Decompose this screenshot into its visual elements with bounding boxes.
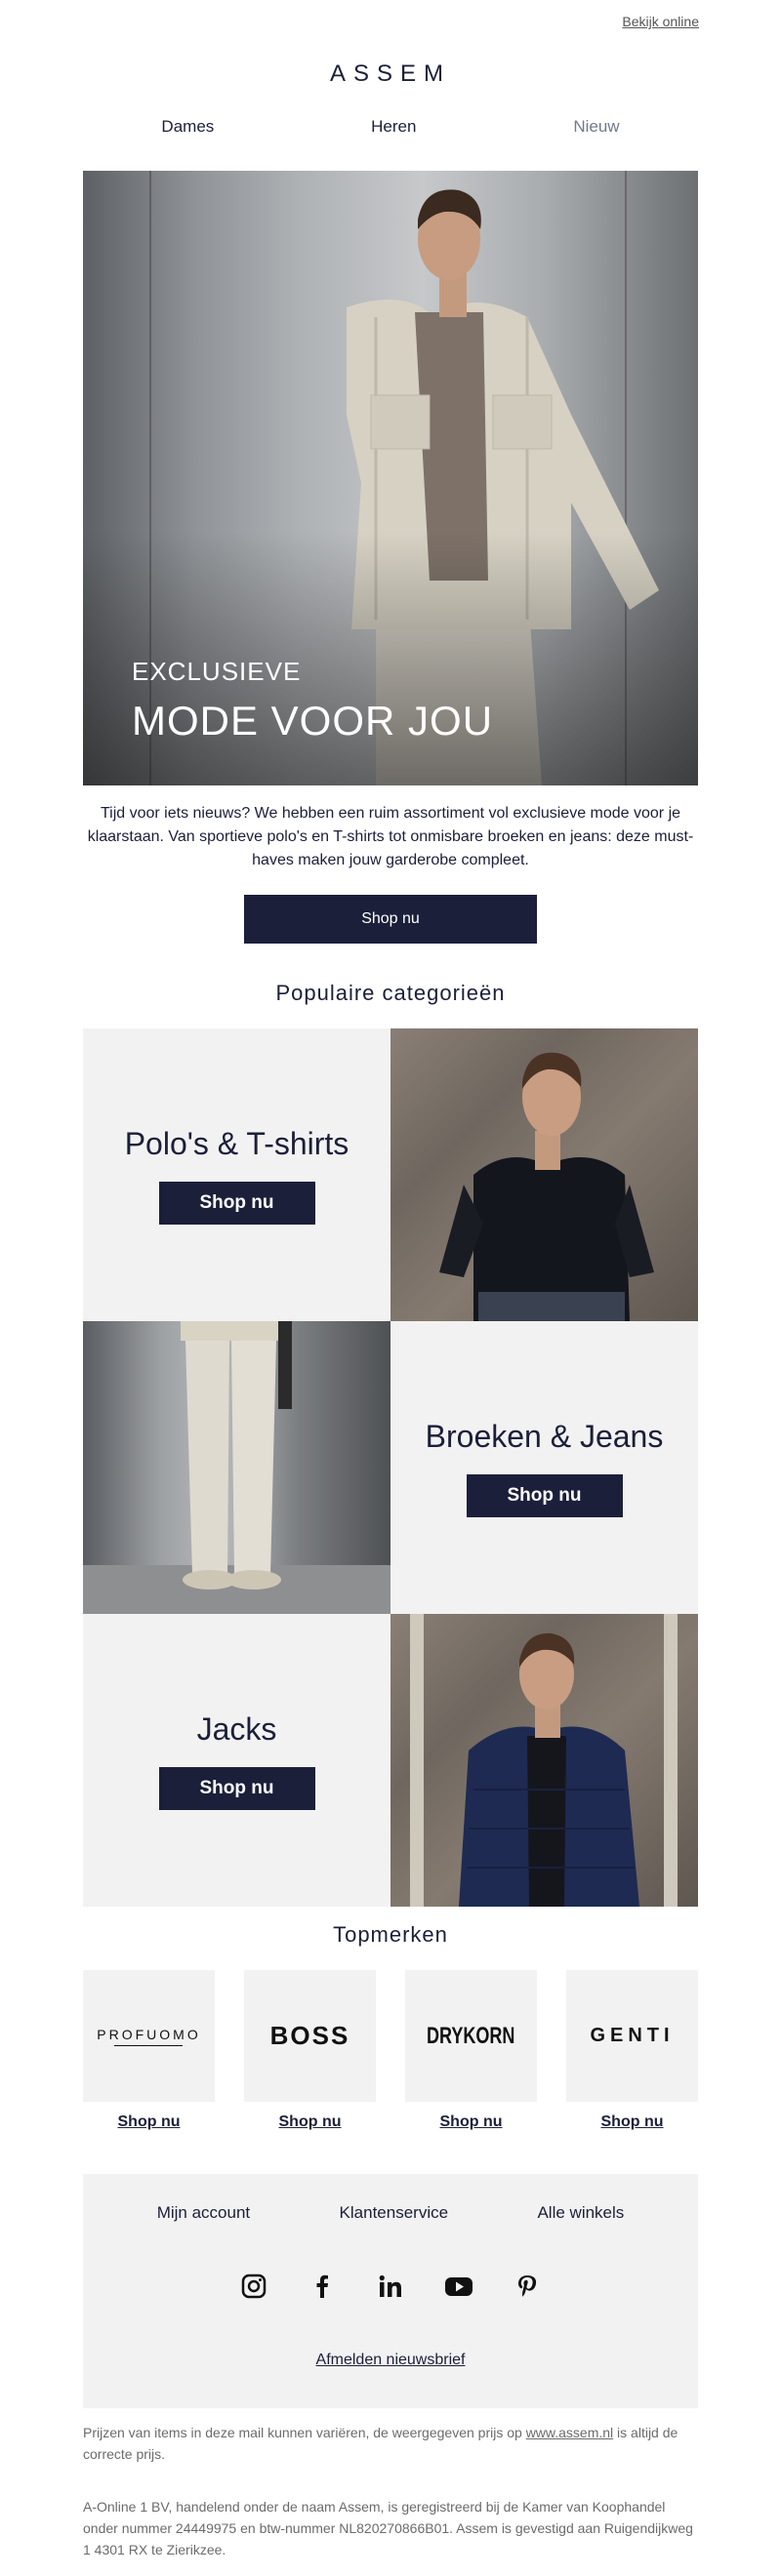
pinterest-icon[interactable] bbox=[513, 2272, 542, 2301]
brand-logo-genti: GENTI bbox=[590, 2025, 675, 2046]
category-image-polos[interactable] bbox=[390, 1028, 698, 1321]
unsubscribe-link[interactable]: Afmelden nieuwsbrief bbox=[83, 2352, 698, 2369]
footer-panel: Mijn account Klantenservice Alle winkels… bbox=[83, 2174, 698, 2408]
category-label: Jacks bbox=[196, 1711, 277, 1747]
category-shop-button[interactable]: Shop nu bbox=[158, 1181, 315, 1225]
brand-tile-genti[interactable]: GENTI bbox=[566, 1970, 698, 2102]
hero-image[interactable]: EXCLUSIEVE MODE VOOR JOU bbox=[83, 171, 698, 785]
linkedin-icon[interactable] bbox=[376, 2272, 405, 2301]
footer-links: Mijn account Klantenservice Alle winkels bbox=[83, 2203, 698, 2223]
category-shop-button[interactable]: Shop nu bbox=[158, 1766, 315, 1810]
footer-link-klantenservice[interactable]: Klantenservice bbox=[340, 2203, 449, 2223]
model-polo-illustration bbox=[439, 1052, 654, 1321]
view-online-link[interactable]: Bekijk online bbox=[622, 14, 699, 29]
social-links bbox=[83, 2272, 698, 2301]
instagram-icon[interactable] bbox=[239, 2272, 268, 2301]
category-image-jacks[interactable] bbox=[390, 1614, 698, 1907]
main-nav: Dames Heren Nieuw bbox=[83, 117, 698, 137]
categories-title: Populaire categorieën bbox=[275, 981, 506, 1005]
intro-text: Tijd voor iets nieuws? We hebben een rui… bbox=[87, 805, 694, 868]
category-tile-broeken: Broeken & Jeans Shop nu bbox=[390, 1321, 698, 1614]
brand-logo-drykorn: DRYKORN bbox=[427, 2022, 515, 2049]
category-image-broeken[interactable] bbox=[83, 1321, 390, 1614]
assem-website-link[interactable]: www.assem.nl bbox=[526, 2425, 613, 2440]
facebook-icon[interactable] bbox=[308, 2272, 337, 2301]
model-jacket-illustration bbox=[410, 1614, 678, 1907]
nav-item-nieuw[interactable]: Nieuw bbox=[573, 117, 619, 137]
price-disclaimer: Prijzen van items in deze mail kunnen va… bbox=[83, 2422, 698, 2465]
nav-item-heren[interactable]: Heren bbox=[371, 117, 416, 137]
category-tile-polos: Polo's & T-shirts Shop nu bbox=[83, 1028, 390, 1321]
legal-text: A-Online 1 BV, handelend onder de naam A… bbox=[83, 2499, 693, 2557]
brand-logo-profuomo: PROFUOMO bbox=[97, 2026, 201, 2042]
brand-logo-boss: BOSS bbox=[269, 2021, 350, 2050]
brand-shop-link[interactable]: Shop nu bbox=[566, 2113, 698, 2131]
category-tile-jacks: Jacks Shop nu bbox=[83, 1614, 390, 1907]
brand-tile-boss[interactable]: BOSS bbox=[244, 1970, 376, 2102]
brand-underline bbox=[114, 2044, 184, 2046]
footer-link-account[interactable]: Mijn account bbox=[157, 2203, 250, 2223]
brand-shop-link[interactable]: Shop nu bbox=[405, 2113, 537, 2131]
hero-title: MODE VOOR JOU bbox=[132, 698, 494, 744]
category-shop-button[interactable]: Shop nu bbox=[466, 1473, 623, 1517]
brand-logo[interactable]: ASSEM bbox=[0, 60, 781, 88]
youtube-icon[interactable] bbox=[444, 2272, 473, 2301]
brand-tile-profuomo[interactable]: PROFUOMO bbox=[83, 1970, 215, 2102]
price-note-text: Prijzen van items in deze mail kunnen va… bbox=[83, 2425, 526, 2440]
hero-shop-button[interactable]: Shop nu bbox=[244, 895, 537, 944]
brand-tile-drykorn[interactable]: DRYKORN bbox=[405, 1970, 537, 2102]
category-label: Polo's & T-shirts bbox=[124, 1125, 349, 1161]
hero-kicker: EXCLUSIEVE bbox=[132, 657, 302, 686]
brand-shop-link[interactable]: Shop nu bbox=[83, 2113, 215, 2131]
brand-shop-link[interactable]: Shop nu bbox=[244, 2113, 376, 2131]
model-trousers-illustration bbox=[83, 1321, 390, 1614]
footer-link-winkels[interactable]: Alle winkels bbox=[537, 2203, 624, 2223]
brands-title: Topmerken bbox=[333, 1922, 448, 1947]
category-label: Broeken & Jeans bbox=[425, 1418, 664, 1454]
nav-item-dames[interactable]: Dames bbox=[161, 117, 214, 137]
